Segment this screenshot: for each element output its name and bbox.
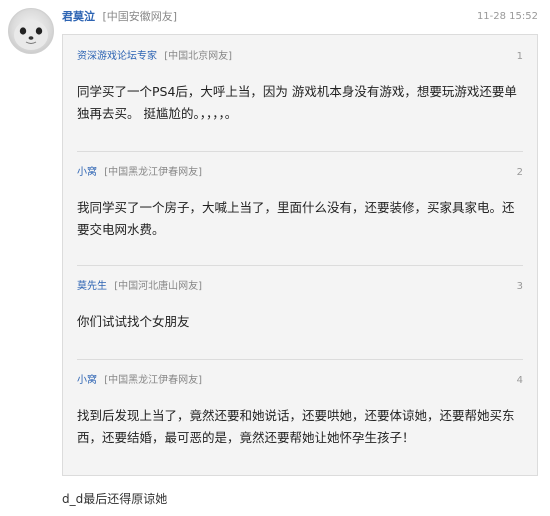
avatar[interactable] — [8, 8, 54, 54]
post-header: 君莫泣 [中国安徽网友] 11-28 15:52 — [62, 8, 542, 26]
quoted-reply-author[interactable]: 莫先生 — [77, 281, 107, 292]
quoted-reply-location: [中国北京网友] — [164, 51, 232, 62]
quoted-reply-author[interactable]: 小窝 — [77, 375, 97, 386]
floor-number: 3 — [516, 281, 523, 292]
quoted-reply-header: 资深游戏论坛专家 [中国北京网友] 1 — [77, 47, 523, 67]
quoted-reply-location: [中国黑龙江伊春网友] — [104, 375, 202, 386]
divider — [77, 265, 523, 266]
post-body-text: d_d最后还得原谅她 — [62, 492, 168, 506]
quoted-reply-header: 小窝 [中国黑龙江伊春网友] 4 — [77, 371, 523, 391]
floor-number: 1 — [516, 51, 523, 62]
quoted-reply: 资深游戏论坛专家 [中国北京网友] 1 同学买了一个PS4后，大呼上当，因为 游… — [63, 47, 537, 145]
quoted-reply-content: 找到后发现上当了，竟然还要和她说话，还要哄她，还要体谅她，还要帮她买东西，还要结… — [77, 408, 515, 445]
floor-number: 2 — [516, 167, 523, 178]
post-timestamp: 11-28 15:52 — [476, 11, 538, 22]
quoted-reply-content: 你们试试找个女朋友 — [77, 314, 190, 329]
quoted-reply-author[interactable]: 小窝 — [77, 167, 97, 178]
quoted-reply-header: 莫先生 [中国河北唐山网友] 3 — [77, 277, 523, 297]
quoted-reply: 小窝 [中国黑龙江伊春网友] 2 我同学买了一个房子，大喊上当了，里面什么没有，… — [63, 163, 537, 261]
divider — [77, 151, 523, 152]
quoted-replies: 资深游戏论坛专家 [中国北京网友] 1 同学买了一个PS4后，大呼上当，因为 游… — [62, 34, 538, 476]
quoted-reply-content: 同学买了一个PS4后，大呼上当，因为 游戏机本身没有游戏，想要玩游戏还要单独再去… — [77, 84, 517, 121]
quoted-reply-header: 小窝 [中国黑龙江伊春网友] 2 — [77, 163, 523, 183]
post-author-location: [中国安徽网友] — [102, 10, 178, 23]
quoted-reply-content: 我同学买了一个房子，大喊上当了，里面什么没有，还要装修，买家具家电。还要交电网水… — [77, 200, 515, 237]
quoted-reply: 小窝 [中国黑龙江伊春网友] 4 找到后发现上当了，竟然还要和她说话，还要哄她，… — [63, 371, 537, 471]
quoted-reply-location: [中国河北唐山网友] — [114, 281, 202, 292]
seal-avatar-icon — [14, 20, 48, 50]
post-author[interactable]: 君莫泣 — [62, 10, 95, 23]
quoted-reply-location: [中国黑龙江伊春网友] — [104, 167, 202, 178]
floor-number: 4 — [516, 375, 523, 386]
quoted-reply-author[interactable]: 资深游戏论坛专家 — [77, 51, 157, 62]
divider — [77, 359, 523, 360]
quoted-reply: 莫先生 [中国河北唐山网友] 3 你们试试找个女朋友 — [63, 277, 537, 351]
